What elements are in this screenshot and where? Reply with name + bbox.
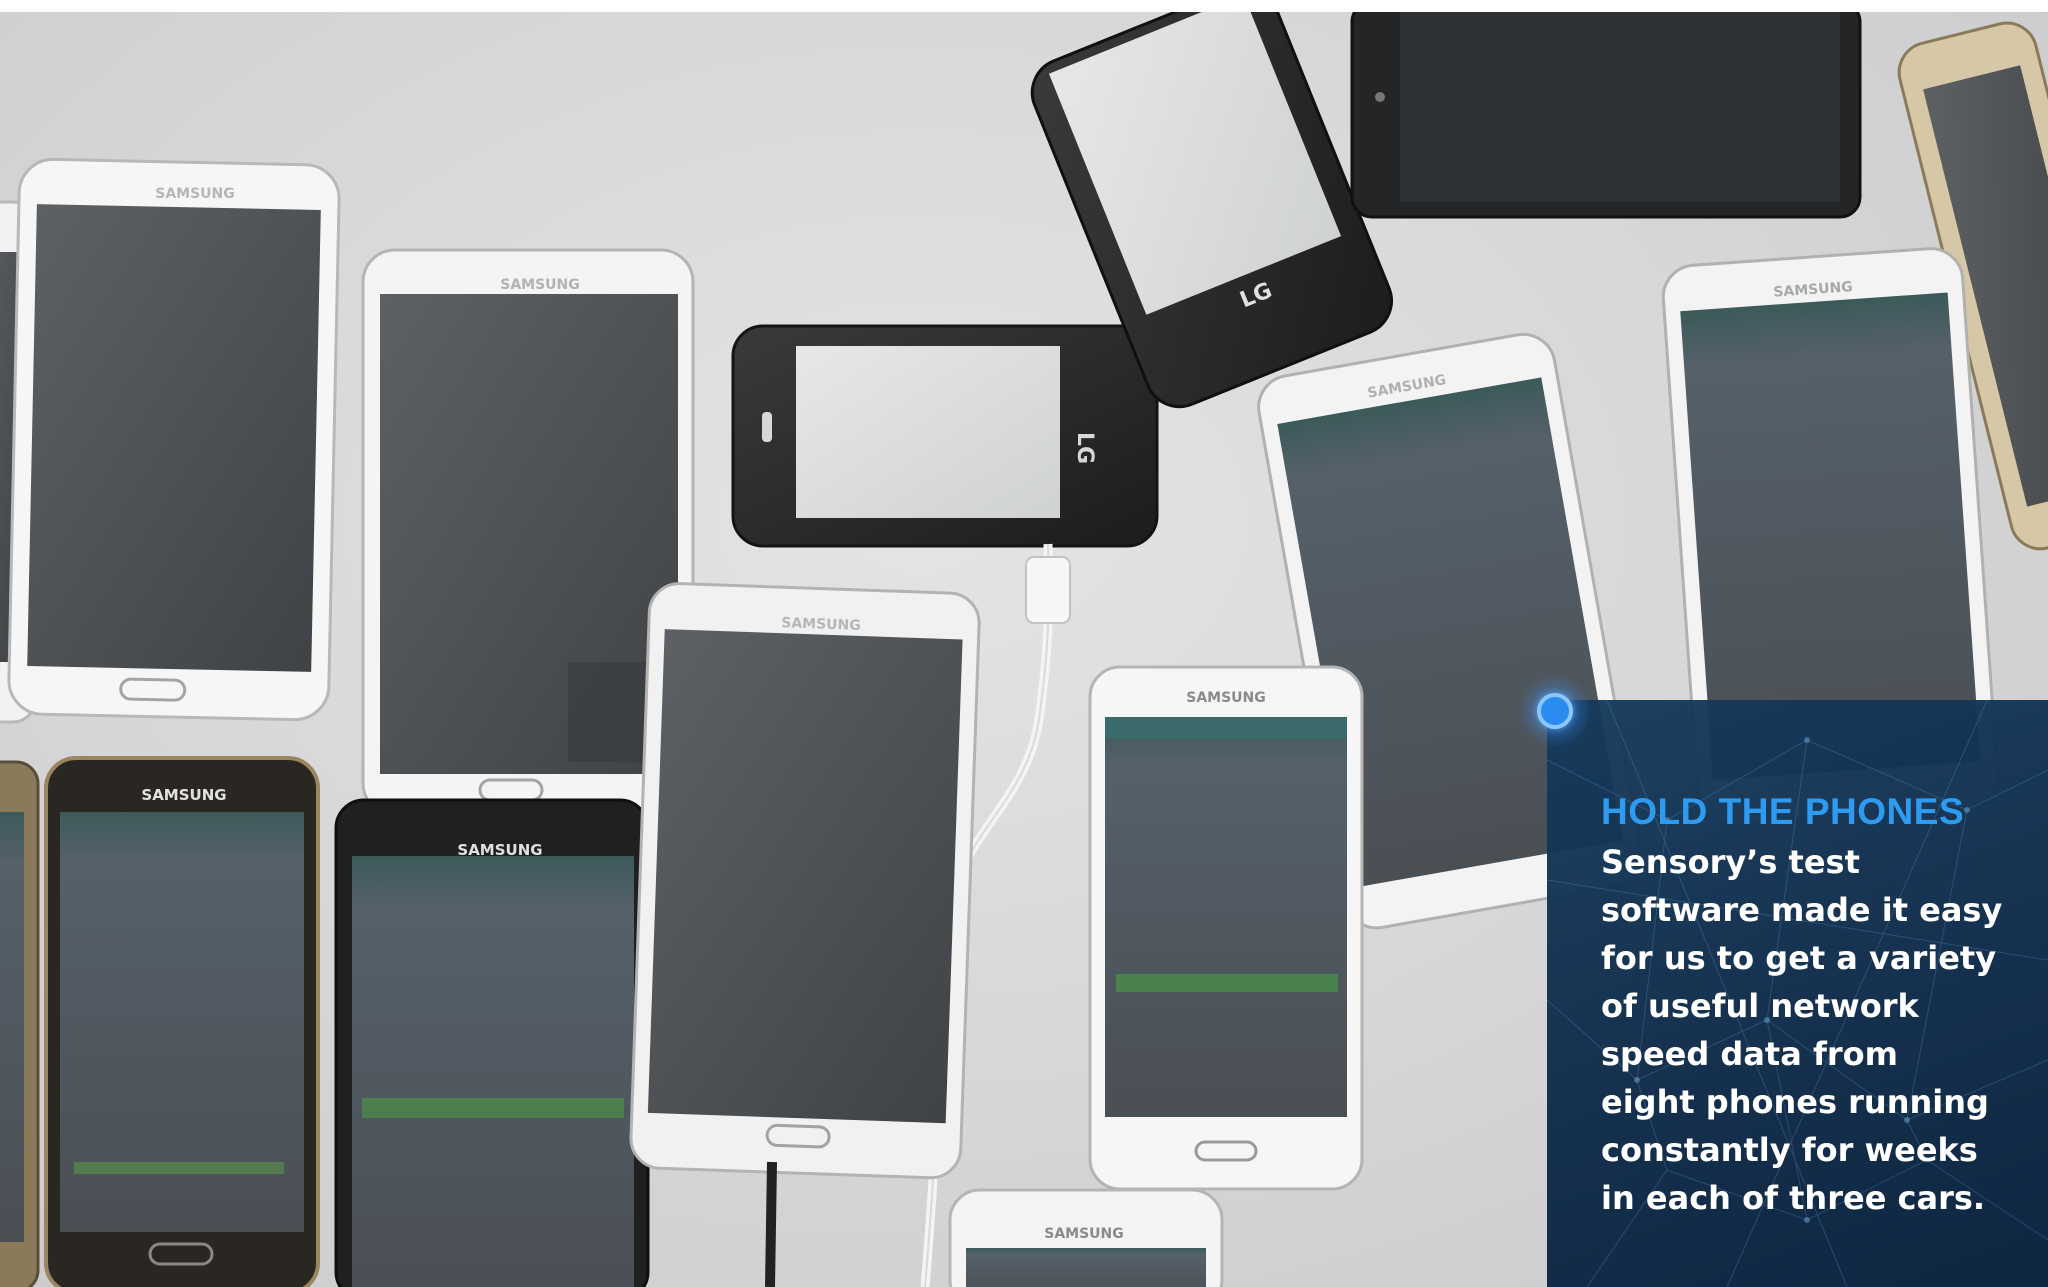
phone-samsung-white-1: SAMSUNG [7, 157, 341, 722]
caption-line: constantly for weeks [1601, 1131, 1978, 1169]
phone-left-partial-bottom [0, 760, 40, 1287]
svg-text:LG: LG [1072, 432, 1097, 464]
caption-text: HOLD THE PHONES Sensory’s test software … [1601, 790, 2031, 1222]
caption-body: Sensory’s test software made it easy for… [1601, 838, 2031, 1222]
caption-line: eight phones running [1601, 1083, 1989, 1121]
caption-line: software made it easy [1601, 891, 2003, 929]
svg-text:SAMSUNG: SAMSUNG [457, 841, 542, 859]
marker-dot [1537, 693, 1573, 729]
svg-text:SAMSUNG: SAMSUNG [500, 277, 580, 293]
phone-samsung-white-2: SAMSUNG [361, 248, 695, 817]
phone-samsung-white-center: SAMSUNG [629, 582, 981, 1180]
svg-text:SAMSUNG: SAMSUNG [1186, 690, 1266, 706]
svg-text:SAMSUNG: SAMSUNG [155, 186, 235, 202]
phone-samsung-white-app: SAMSUNG [1088, 665, 1364, 1191]
tablet-dark-top [1350, 12, 1862, 219]
caption-heading: HOLD THE PHONES [1601, 791, 1965, 832]
svg-text:SAMSUNG: SAMSUNG [1044, 1226, 1124, 1242]
caption-line: of useful network [1601, 987, 1919, 1025]
phone-samsung-black-bottom: SAMSUNG [334, 798, 650, 1287]
svg-text:SAMSUNG: SAMSUNG [141, 786, 226, 804]
phone-lg-horizontal: LG [731, 324, 1159, 548]
phone-samsung-gold-bottom-left: SAMSUNG [44, 756, 320, 1287]
caption-line: for us to get a variety [1601, 939, 1997, 977]
caption-line: Sensory’s test [1601, 843, 1860, 881]
svg-text:SAMSUNG: SAMSUNG [781, 615, 861, 634]
caption-line: in each of three cars. [1601, 1179, 1986, 1217]
phone-samsung-white-bottom-partial: SAMSUNG [948, 1188, 1224, 1287]
caption-line: speed data from [1601, 1035, 1898, 1073]
